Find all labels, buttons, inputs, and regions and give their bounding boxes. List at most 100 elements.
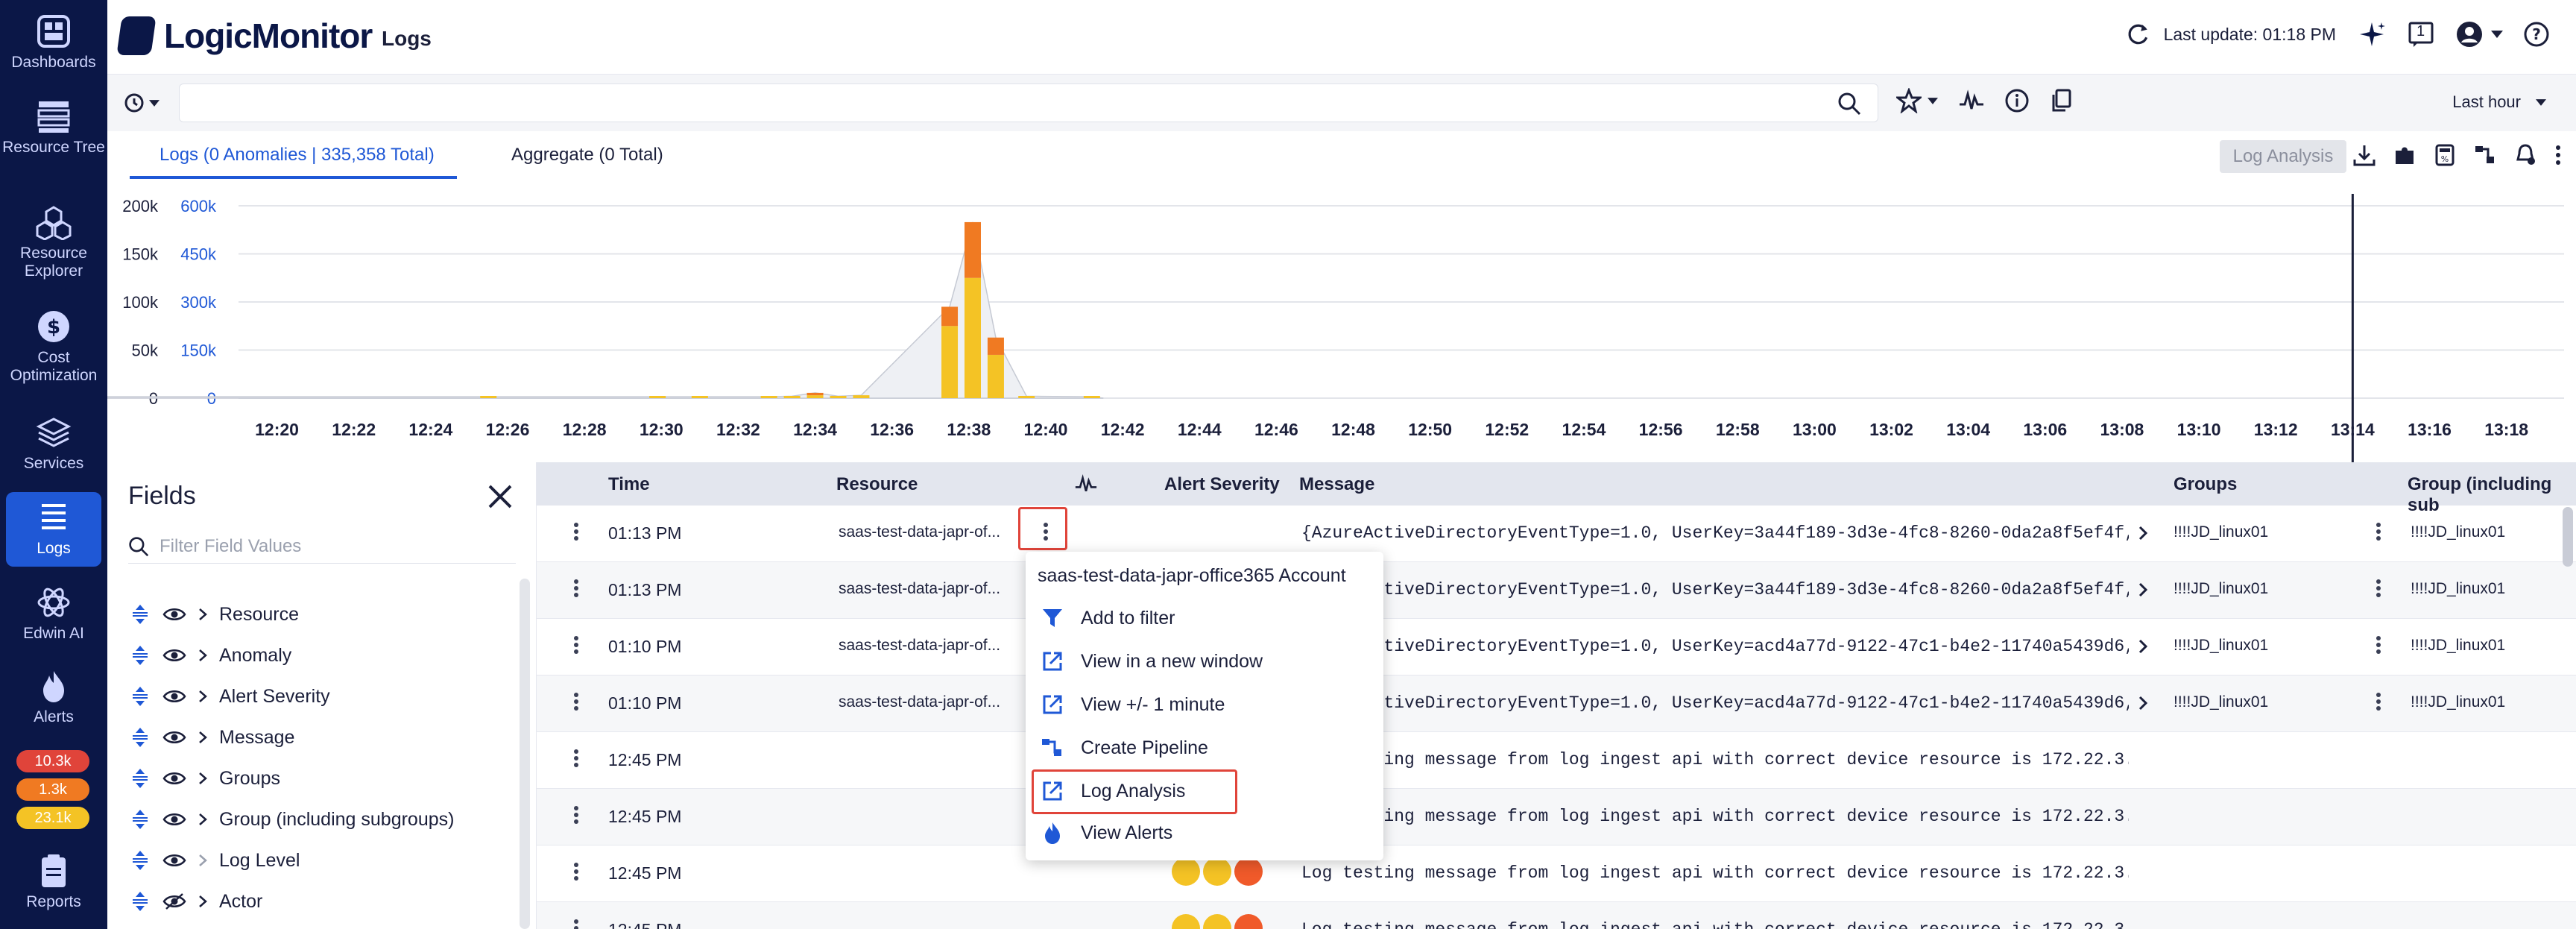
eye-icon[interactable] (162, 770, 186, 787)
nav-item-edwin-ai[interactable]: Edwin AI (0, 585, 107, 643)
user-menu[interactable] (2455, 20, 2503, 48)
table-row[interactable]: 01:13 PM saas-test-data-japr-of... {AzureA… (537, 562, 2576, 619)
anomaly-column-icon[interactable] (1075, 473, 1097, 495)
column-header-groups[interactable]: Groups (2174, 474, 2237, 495)
copy-icon[interactable] (2050, 89, 2072, 113)
row-actions-kebab[interactable] (572, 860, 580, 887)
query-history-button[interactable] (122, 85, 171, 121)
chart-bar[interactable] (1018, 396, 1035, 398)
menu-item-add-to-filter[interactable]: Add to filter (1041, 602, 1175, 634)
nav-item-services[interactable]: Services (0, 415, 107, 473)
logicmonitor-logo[interactable]: LogicMonitor (116, 13, 373, 58)
field-row[interactable]: Alert Severity (130, 683, 330, 710)
chart-bar[interactable] (941, 306, 959, 327)
eye-icon[interactable] (162, 729, 186, 746)
column-header-alert-severity[interactable]: Alert Severity (1164, 474, 1280, 495)
menu-item-create-pipeline[interactable]: Create Pipeline (1041, 732, 1208, 763)
chevron-right-icon[interactable] (198, 854, 207, 867)
eye-icon[interactable] (162, 647, 186, 664)
cell-message[interactable]: {AzureActiveDirectoryEventType=1.0, User… (1301, 637, 2129, 656)
search-icon[interactable] (1837, 92, 1861, 116)
cell-message[interactable]: {AzureActiveDirectoryEventType=1.0, User… (1301, 693, 2129, 713)
nav-item-resource-explorer[interactable]: Resource Explorer (0, 204, 107, 280)
drag-handle-icon[interactable] (130, 808, 151, 831)
chevron-right-icon[interactable] (2138, 695, 2148, 711)
drag-handle-icon[interactable] (130, 644, 151, 667)
chart-bar[interactable] (1083, 396, 1100, 398)
nav-item-alerts[interactable]: Alerts (0, 668, 107, 726)
chevron-right-icon[interactable] (198, 895, 207, 908)
fields-filter-input[interactable] (160, 535, 502, 557)
table-row[interactable]: 01:10 PM saas-test-data-japr-of... {AzureA… (537, 676, 2576, 732)
column-header-time[interactable]: Time (608, 474, 650, 495)
nav-item-cost-optimization[interactable]: $ Cost Optimization (0, 309, 107, 385)
chevron-right-icon[interactable] (2138, 525, 2148, 541)
table-row[interactable]: 12:45 PM Log testing message from log ing… (537, 902, 2576, 929)
menu-item-view-new-window[interactable]: View in a new window (1041, 646, 1263, 677)
row-actions-kebab[interactable] (572, 577, 580, 604)
field-row[interactable]: Groups (130, 765, 280, 792)
table-row[interactable]: 12:45 PM Log testing message from log ing… (537, 789, 2576, 845)
cell-resource[interactable]: saas-test-data-japr-of... (839, 693, 1025, 711)
chart-bar[interactable] (480, 396, 497, 398)
chevron-right-icon[interactable] (2138, 582, 2148, 598)
nav-item-resource-tree[interactable]: Resource Tree (0, 98, 107, 157)
alert-settings-icon[interactable] (2513, 143, 2537, 167)
help-icon[interactable]: ? (2524, 22, 2549, 47)
field-row[interactable]: Actor (130, 888, 262, 915)
chart-bar[interactable] (987, 337, 1004, 355)
cell-resource[interactable]: saas-test-data-japr-of... (839, 580, 1025, 598)
alert-severity-indicators[interactable] (1172, 914, 1263, 929)
chevron-right-icon[interactable] (198, 772, 207, 785)
tab-logs[interactable]: Logs (0 Anomalies | 335,358 Total) (130, 145, 457, 179)
cell-message[interactable]: Log testing message from log ingest api … (1301, 750, 2129, 769)
drag-handle-icon[interactable] (130, 849, 151, 872)
field-row[interactable]: Group (including subgroups) (130, 806, 454, 833)
nav-item-reports[interactable]: Reports (0, 853, 107, 911)
eye-off-icon[interactable] (162, 893, 186, 910)
row-actions-kebab[interactable] (572, 634, 580, 661)
cell-message[interactable]: Log testing message from log ingest api … (1301, 807, 2129, 826)
close-icon[interactable] (487, 483, 514, 510)
field-row[interactable]: Message (130, 724, 294, 751)
table-row[interactable]: 12:45 PM Log testing message from log ing… (537, 732, 2576, 789)
nav-item-logs[interactable]: Logs (6, 492, 101, 567)
cell-resource[interactable]: saas-test-data-japr-of... (839, 637, 1025, 655)
table-row[interactable]: 12:45 PM Log testing message from log ing… (537, 845, 2576, 902)
eye-icon[interactable] (162, 811, 186, 828)
chart-bar[interactable] (964, 277, 981, 398)
alert-severity-indicators[interactable] (1172, 857, 1263, 886)
saved-queries-button[interactable] (1896, 88, 1938, 113)
eye-icon[interactable] (162, 852, 186, 869)
cell-message[interactable]: Log testing message from log ingest api … (1301, 863, 2129, 883)
log-analysis-button[interactable]: Log Analysis (2220, 140, 2346, 173)
drag-handle-icon[interactable] (130, 603, 151, 626)
row-actions-kebab[interactable] (572, 804, 580, 831)
chevron-right-icon[interactable] (198, 649, 207, 662)
drag-handle-icon[interactable] (130, 685, 151, 708)
field-row[interactable]: Resource (130, 601, 299, 628)
row-actions-kebab[interactable] (572, 520, 580, 547)
chevron-right-icon[interactable] (2138, 638, 2148, 655)
info-icon[interactable] (2005, 89, 2029, 113)
drag-handle-icon[interactable] (130, 726, 151, 749)
field-row[interactable]: Anomaly (130, 642, 291, 669)
warning-alert-badge[interactable]: 23.1k (16, 807, 89, 829)
menu-item-view-alerts[interactable]: View Alerts (1041, 817, 1172, 848)
row-actions-kebab[interactable] (572, 690, 580, 717)
notifications-button[interactable]: 1 (2408, 21, 2434, 48)
time-range-selector[interactable]: Last hour (2452, 92, 2546, 112)
drag-handle-icon[interactable] (130, 767, 151, 790)
critical-alert-badge[interactable]: 10.3k (16, 750, 89, 772)
chart-bar[interactable] (649, 396, 666, 398)
error-alert-badge[interactable]: 1.3k (16, 778, 89, 801)
nav-item-dashboards[interactable]: Dashboards (0, 13, 107, 72)
chart-bar[interactable] (830, 396, 847, 398)
anomaly-wave-icon[interactable] (1959, 89, 1984, 112)
cell-message[interactable]: Log testing message from log ingest api … (1301, 920, 2129, 929)
cell-resource[interactable]: saas-test-data-japr-of... (839, 523, 1025, 541)
download-icon[interactable] (2352, 143, 2376, 167)
column-header-message[interactable]: Message (1299, 474, 1374, 495)
fields-scrollbar[interactable] (520, 579, 530, 929)
chart-bar[interactable] (806, 395, 824, 398)
